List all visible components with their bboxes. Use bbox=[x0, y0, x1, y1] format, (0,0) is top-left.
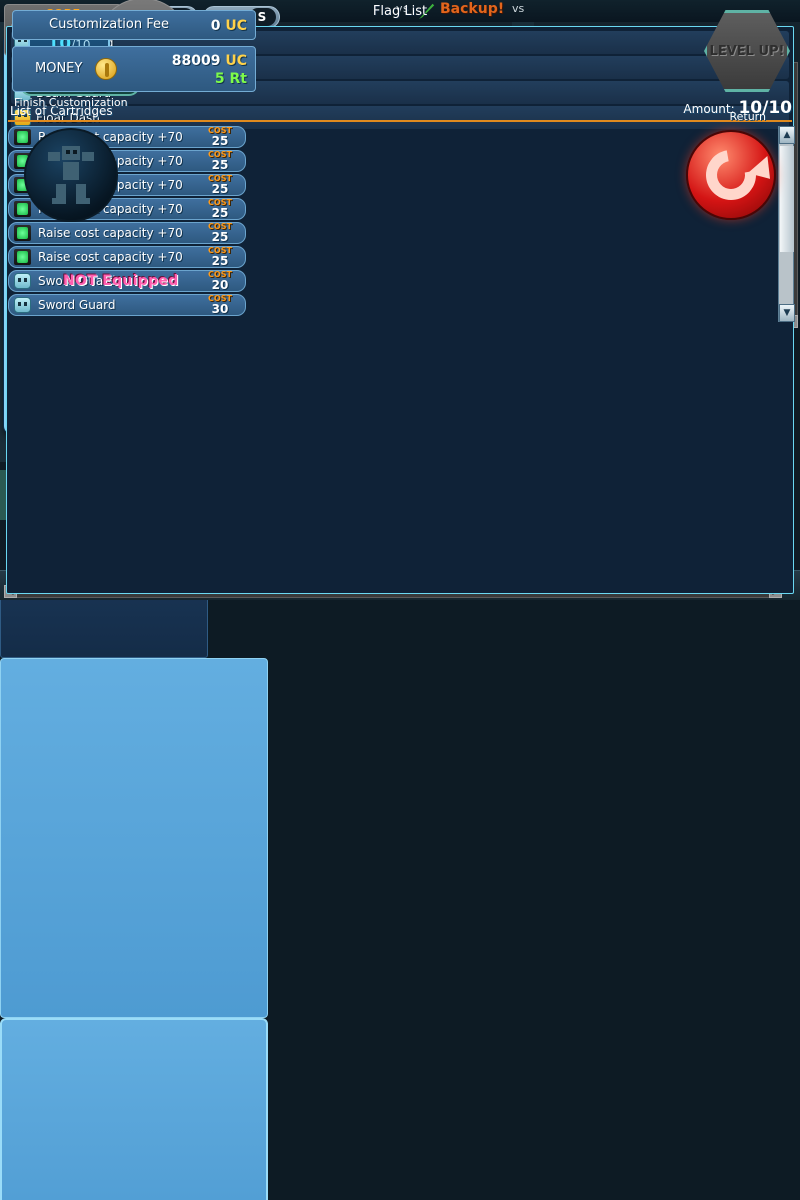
cartridge-row[interactable]: Raise cost capacity +70 COST25 bbox=[8, 246, 246, 268]
guard-icon bbox=[14, 273, 31, 289]
cartridge-divider bbox=[8, 120, 792, 122]
customization-fee-row: Customization Fee 0 UC bbox=[12, 10, 256, 40]
cartridge-name: Raise cost capacity +70 bbox=[38, 250, 183, 264]
level-cartridge-panel: LEVEL 10/10 EXP 0 / 0 LEVEL UP! List of … bbox=[0, 10, 795, 1018]
customization-fee-value: 0 UC bbox=[211, 18, 247, 34]
return-label: Return bbox=[729, 110, 766, 123]
cartridge-cost: COST 20 bbox=[203, 270, 237, 291]
customization-fee-label: Customization Fee bbox=[49, 17, 170, 32]
cartridge-row[interactable]: Sword Guard COST 20 NOT Equipped bbox=[8, 270, 246, 292]
cartridge-name: Sword Guard bbox=[38, 298, 116, 312]
cartridge-scroll-up-button[interactable]: ▲ bbox=[779, 126, 795, 144]
fee-number: 0 bbox=[210, 18, 221, 34]
cartridge-cost: COST 25 bbox=[203, 222, 237, 243]
cartridge-amount-max: /10 bbox=[762, 98, 792, 118]
cartridge-cost: COST 30 bbox=[203, 294, 237, 315]
cartridge-row[interactable]: Sword Guard COST 30 bbox=[8, 294, 246, 316]
cartridge-scroll-down-button[interactable]: ▼ bbox=[779, 304, 795, 322]
guard-icon bbox=[14, 297, 31, 313]
cartridge-cost-value: 25 bbox=[211, 158, 229, 172]
cartridge-cost-value: 20 bbox=[211, 278, 229, 292]
cartridge-scroll-thumb[interactable] bbox=[780, 146, 794, 252]
cartridge-cost: COST 25 bbox=[203, 174, 237, 195]
return-button[interactable] bbox=[686, 130, 776, 220]
rt-unit: Rt bbox=[229, 71, 247, 87]
money-action-panel: Customization Fee 0 UC MONEY 88009 UC 5 … bbox=[0, 10, 776, 1200]
flag-list-panel: Flag List Sword GuardBlast GuardBeam Gua… bbox=[0, 4, 794, 658]
cartridge-icon bbox=[14, 249, 31, 265]
rt-value: 5 Rt bbox=[215, 71, 247, 87]
money-unit: UC bbox=[225, 53, 247, 69]
cartridge-icon bbox=[14, 129, 31, 145]
cartridge-cost-value: 25 bbox=[211, 206, 229, 220]
cartridge-amount-label: Amount: bbox=[683, 102, 735, 116]
cartridge-icon bbox=[14, 201, 31, 217]
money-number: 88009 bbox=[171, 53, 221, 69]
cartridge-cost-value: 25 bbox=[211, 230, 229, 244]
cartridge-cost: COST 25 bbox=[203, 198, 237, 219]
money-label: MONEY bbox=[35, 61, 83, 76]
cartridge-cost-value: 25 bbox=[211, 182, 229, 196]
money-row: MONEY 88009 UC 5 Rt bbox=[12, 46, 256, 92]
fee-unit: UC bbox=[225, 18, 247, 34]
cartridge-cost: COST 25 bbox=[203, 150, 237, 171]
cartridge-cost-value: 25 bbox=[211, 254, 229, 268]
level-up-label: LEVEL UP! bbox=[709, 43, 785, 59]
rt-number: 5 bbox=[214, 71, 225, 87]
finish-customization-label: Finish Customization bbox=[14, 96, 128, 109]
refresh-icon bbox=[696, 140, 766, 210]
cartridge-cost-value: 25 bbox=[211, 134, 229, 148]
cartridge-icon bbox=[14, 225, 31, 241]
cartridge-name: Raise cost capacity +70 bbox=[38, 226, 183, 240]
cartridge-cost: COST 25 bbox=[203, 246, 237, 267]
finish-customization-button[interactable] bbox=[24, 128, 118, 222]
cartridge-cost: COST 25 bbox=[203, 126, 237, 147]
game-screen: vs Backup! vs Necron Queen bbox=[0, 0, 800, 1200]
cartridge-scrollbar[interactable]: ▲ ▼ bbox=[778, 126, 795, 322]
cartridge-cost-value: 30 bbox=[211, 302, 229, 316]
money-value: 88009 UC bbox=[172, 53, 247, 69]
coin-icon bbox=[95, 58, 117, 80]
robot-icon bbox=[44, 146, 98, 204]
cartridge-row[interactable]: Raise cost capacity +70 COST25 bbox=[8, 222, 246, 244]
not-equipped-badge: NOT Equipped bbox=[63, 273, 179, 289]
